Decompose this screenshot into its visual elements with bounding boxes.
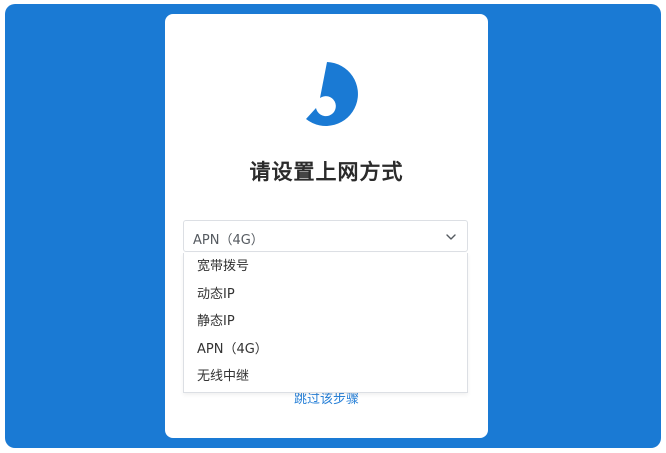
option-wireless-repeater[interactable]: 无线中继: [184, 363, 467, 391]
chevron-down-icon: [446, 234, 456, 240]
connection-type-dropdown: 宽带拨号 动态IP 静态IP APN（4G） 无线中继: [183, 253, 468, 393]
page-background: 请设置上网方式 APN（4G） 宽带拨号 动态IP 静态IP APN（4G） 无…: [5, 4, 661, 448]
option-pppoe[interactable]: 宽带拨号: [184, 253, 467, 281]
brand-logo-icon: [306, 62, 358, 126]
option-apn-4g[interactable]: APN（4G）: [184, 336, 467, 364]
setup-card: 请设置上网方式 APN（4G） 宽带拨号 动态IP 静态IP APN（4G） 无…: [165, 14, 488, 438]
connection-type-selected-value: APN（4G）: [193, 233, 264, 248]
option-dynamic-ip[interactable]: 动态IP: [184, 281, 467, 309]
connection-type-select[interactable]: APN（4G）: [183, 220, 468, 252]
page-title: 请设置上网方式: [249, 160, 404, 184]
option-static-ip[interactable]: 静态IP: [184, 308, 467, 336]
